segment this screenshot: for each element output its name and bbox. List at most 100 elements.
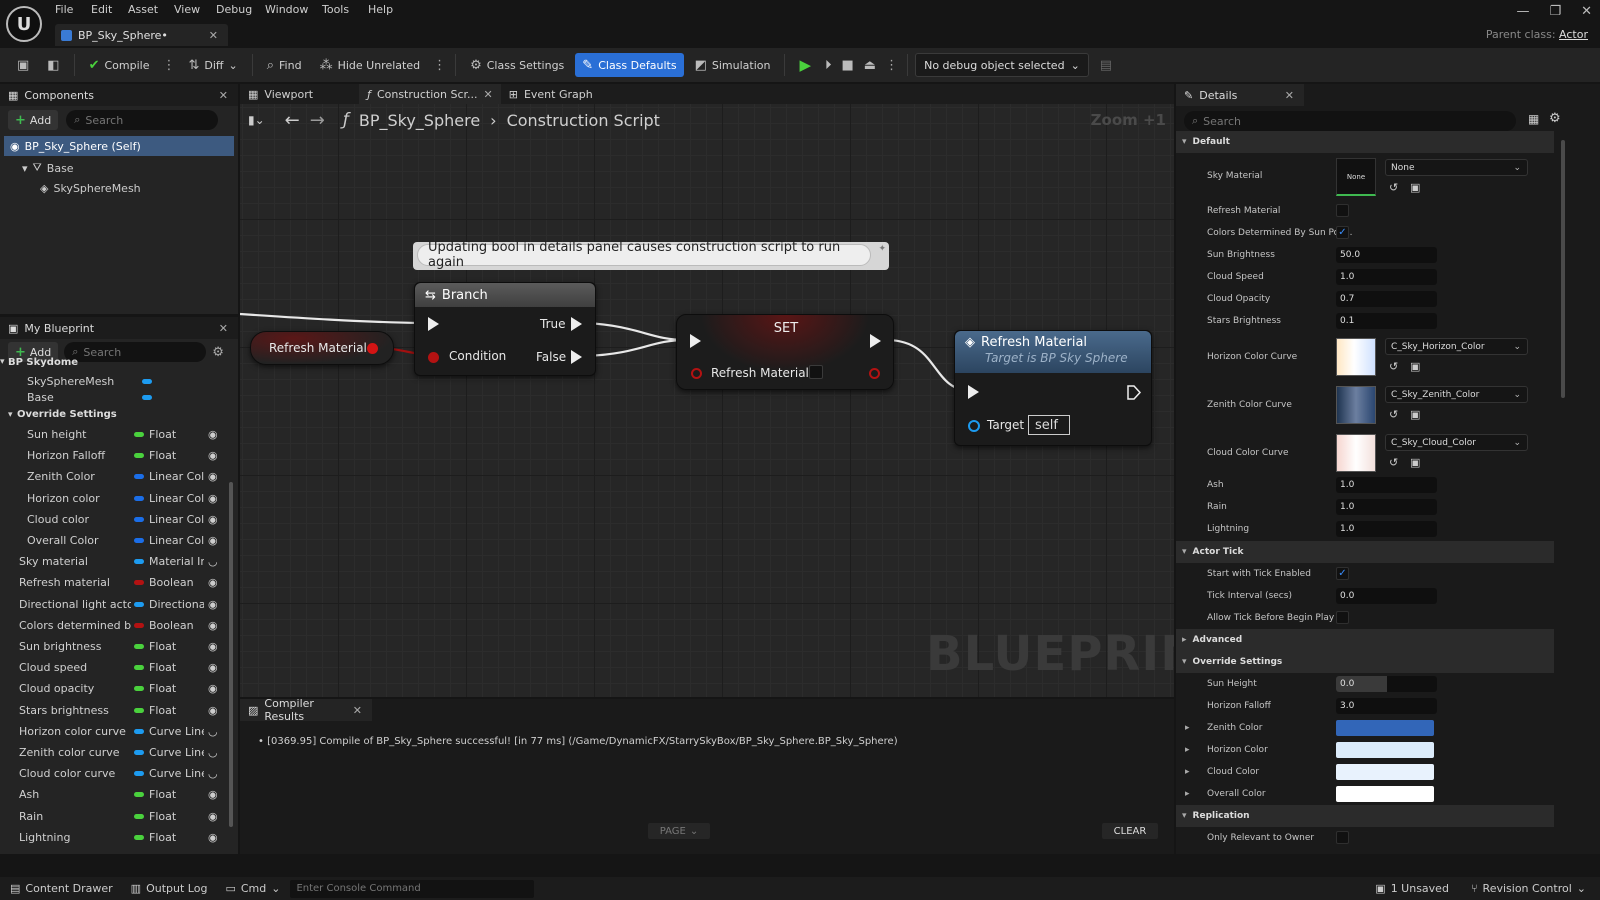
variable-row[interactable]: Horizon color curve Curve Linea ◡: [0, 721, 232, 742]
number-field[interactable]: 1.0: [1336, 477, 1437, 493]
close-icon[interactable]: ✕: [219, 322, 228, 335]
tab-viewport[interactable]: ▦ Viewport: [240, 84, 321, 104]
number-field[interactable]: 50.0: [1336, 247, 1437, 263]
eye-icon[interactable]: ◉: [208, 640, 218, 653]
refresh-material-getter[interactable]: Refresh Material: [250, 331, 394, 365]
browse-button[interactable]: ◧: [40, 53, 66, 77]
simulation-button[interactable]: ◩ Simulation: [688, 53, 778, 77]
menu-item-window[interactable]: Window: [265, 3, 308, 16]
variable-row[interactable]: Sun height Float ◉: [0, 424, 232, 445]
variable-row[interactable]: Cloud color curve Curve Linea ◡: [0, 763, 232, 784]
bool-value-checkbox[interactable]: [809, 365, 823, 379]
section-actor-tick[interactable]: ▾ Actor Tick: [1176, 541, 1554, 563]
eye-icon[interactable]: ◉: [208, 619, 218, 632]
browse-icon[interactable]: ▣: [1410, 360, 1420, 373]
pin-comment-icon[interactable]: ✦: [878, 244, 886, 254]
output-log-button[interactable]: ▥ Output Log: [113, 882, 208, 895]
debug-filter-button[interactable]: ▤: [1093, 53, 1119, 77]
reset-arrow-icon[interactable]: ↺: [1389, 408, 1398, 421]
play-options-icon[interactable]: ⋮: [883, 58, 900, 73]
reset-arrow-icon[interactable]: ↺: [1389, 360, 1398, 373]
details-search[interactable]: ⌕: [1184, 111, 1516, 131]
component-skyspheremesh[interactable]: ◈ SkySphereMesh: [0, 178, 238, 198]
class-settings-button[interactable]: ⚙ Class Settings: [463, 53, 571, 77]
curve-select[interactable]: C_Sky_Cloud_Color ⌄: [1385, 434, 1528, 451]
content-drawer-button[interactable]: ▤ Content Drawer: [0, 882, 113, 895]
eye-icon[interactable]: ◉: [208, 576, 218, 589]
revision-control-button[interactable]: ⑂ Revision Control ⌄: [1471, 882, 1586, 895]
restore-icon[interactable]: ❐: [1549, 4, 1561, 19]
expand-arrow-icon[interactable]: ▸: [1185, 723, 1190, 733]
curve-thumbnail[interactable]: [1336, 386, 1376, 424]
sky-material-select[interactable]: None ⌄: [1385, 159, 1528, 176]
class-defaults-button[interactable]: ✎ Class Defaults: [575, 53, 684, 77]
exec-true-pin[interactable]: [571, 317, 582, 331]
curve-thumbnail[interactable]: [1336, 338, 1376, 376]
variable-row[interactable]: Zenith Color Linear Colc ◉: [0, 466, 232, 487]
variable-row[interactable]: Lightning Float ◉: [0, 827, 232, 848]
step-button[interactable]: ⏵: [822, 53, 835, 77]
variable-row[interactable]: Zenith color curve Curve Linea ◡: [0, 742, 232, 763]
bool-pin[interactable]: [367, 343, 378, 354]
color-swatch[interactable]: [1336, 764, 1434, 780]
document-tab[interactable]: BP_Sky_Sphere• ✕: [55, 24, 228, 46]
menu-item-file[interactable]: File: [55, 3, 73, 16]
menu-item-debug[interactable]: Debug: [216, 3, 252, 16]
compile-button[interactable]: ✔ Compile: [82, 53, 157, 77]
eye-icon[interactable]: ◉: [208, 534, 218, 547]
sun-height-slider[interactable]: 0.0: [1336, 676, 1437, 692]
sky-material-thumbnail[interactable]: None: [1336, 158, 1376, 196]
table-view-icon[interactable]: ▦: [1528, 112, 1539, 126]
variable-row[interactable]: Refresh material Boolean ◉: [0, 572, 232, 593]
close-icon[interactable]: ✕: [353, 704, 362, 717]
parent-class-link[interactable]: Actor: [1559, 28, 1588, 41]
branch-node[interactable]: ⇆ Branch True Condition False: [414, 282, 596, 376]
number-field[interactable]: 1.0: [1336, 499, 1437, 515]
checkbox[interactable]: [1336, 204, 1349, 217]
close-icon[interactable]: ✕: [484, 88, 493, 101]
section-default[interactable]: ▾ Default: [1176, 131, 1554, 153]
minimize-icon[interactable]: —: [1516, 4, 1529, 19]
console-command-field[interactable]: [290, 879, 535, 898]
unreal-logo[interactable]: U: [6, 6, 42, 42]
add-component-button[interactable]: + Add: [8, 110, 59, 130]
eye-icon[interactable]: ◉: [208, 810, 218, 823]
cmd-button[interactable]: ▭ Cmd ⌄: [207, 882, 280, 895]
color-swatch[interactable]: [1336, 786, 1434, 802]
eye-closed-icon[interactable]: ◡: [208, 767, 218, 780]
details-scrollbar[interactable]: [1561, 140, 1565, 398]
number-field[interactable]: 1.0: [1336, 521, 1437, 537]
stop-button[interactable]: ■: [839, 53, 857, 77]
target-pin[interactable]: [968, 420, 980, 432]
variable-row[interactable]: Sky material Material Ins ◡: [0, 551, 232, 572]
curve-thumbnail[interactable]: [1336, 434, 1376, 472]
component-self[interactable]: ◉ BP_Sky_Sphere (Self): [4, 136, 234, 156]
eye-icon[interactable]: ◉: [208, 428, 218, 441]
variable-row[interactable]: Directional light actor Directional ◉: [0, 594, 232, 615]
components-search[interactable]: ⌕: [66, 110, 219, 130]
checkbox[interactable]: [1336, 611, 1349, 624]
eye-closed-icon[interactable]: ◡: [208, 746, 218, 759]
eye-icon[interactable]: ◉: [208, 661, 218, 674]
section-advanced[interactable]: ▸ Advanced: [1176, 629, 1554, 651]
number-field[interactable]: 0.7: [1336, 291, 1437, 307]
color-swatch[interactable]: [1336, 720, 1434, 736]
variable-row[interactable]: Cloud color Linear Colc ◉: [0, 509, 232, 530]
eye-icon[interactable]: ◉: [208, 492, 218, 505]
number-field[interactable]: 0.0: [1336, 588, 1437, 604]
exec-false-pin[interactable]: [571, 350, 582, 364]
tab-construction-script[interactable]: ƒ Construction Scr... ✕: [359, 84, 501, 104]
variable-row[interactable]: Colors determined by s Boolean ◉: [0, 615, 232, 636]
eject-button[interactable]: ⏏: [861, 53, 879, 77]
number-field[interactable]: 3.0: [1336, 698, 1437, 714]
variable-row[interactable]: Stars brightness Float ◉: [0, 700, 232, 721]
bool-out-pin[interactable]: [869, 368, 880, 379]
browse-icon[interactable]: ▣: [1410, 456, 1420, 469]
variable-row[interactable]: SkySphereMesh: [0, 373, 232, 389]
menu-item-tools[interactable]: Tools: [322, 3, 349, 16]
condition-pin[interactable]: [428, 352, 439, 363]
checkbox[interactable]: [1336, 831, 1349, 844]
color-swatch[interactable]: [1336, 742, 1434, 758]
menu-item-edit[interactable]: Edit: [91, 3, 112, 16]
find-button[interactable]: ⌕ Find: [260, 53, 309, 77]
